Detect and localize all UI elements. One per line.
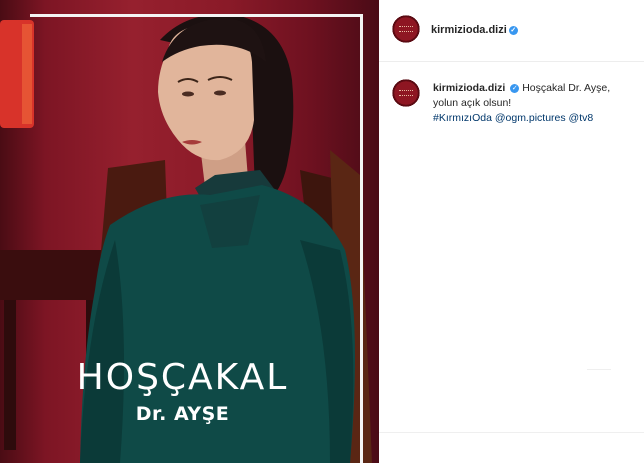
comment-avatar[interactable] [391,78,421,108]
header-username[interactable]: kirmizioda.dizi ✓ [431,24,518,36]
caption-verified-badge-icon: ✓ [510,84,520,93]
post-side-panel: kirmizioda.dizi ✓ kirmizioda.dizi ✓ Hoşça… [379,0,644,463]
post-caption: kirmizioda.dizi ✓ Hoşçakal Dr. Ayşe, yol… [433,81,633,126]
frame-top-border [30,14,363,17]
image-caption-title: HOŞÇAKAL [76,357,289,398]
header-username-text[interactable]: kirmizioda.dizi [431,24,507,36]
footer-divider [379,432,644,433]
side-table [0,250,104,300]
verified-badge-icon: ✓ [508,26,518,35]
account-avatar[interactable] [391,14,421,44]
divider [587,369,611,370]
post-image[interactable]: HOŞÇAKAL Dr. AYŞE [0,0,379,463]
image-caption-subtitle: Dr. AYŞE [135,403,230,425]
caption-username[interactable]: kirmizioda.dizi [433,82,505,94]
caption-hashtags[interactable]: #KırmızıOda @ogm.pictures @tv8 [433,112,593,124]
post-header: kirmizioda.dizi ✓ [379,0,644,62]
